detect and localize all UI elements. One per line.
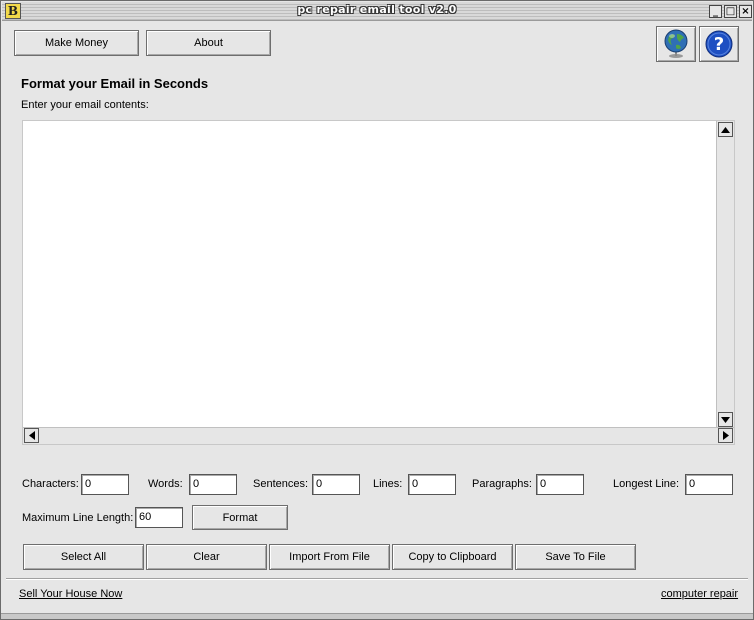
title-bar[interactable]: B pc repair email tool v2.0 _ □ × [2, 2, 752, 21]
close-button[interactable]: × [739, 5, 752, 18]
longest-line-label: Longest Line: [613, 478, 680, 490]
app-window: B pc repair email tool v2.0 _ □ × Make M… [0, 0, 754, 620]
characters-label: Characters: [22, 478, 79, 490]
scroll-left-arrow[interactable] [24, 428, 39, 443]
minimize-button[interactable]: _ [709, 5, 722, 18]
words-label: Words: [148, 478, 183, 490]
page-heading: Format your Email in Seconds [21, 76, 209, 91]
paragraphs-field[interactable]: 0 [536, 474, 584, 495]
horizontal-scrollbar[interactable] [23, 427, 734, 444]
help-button[interactable]: ? [699, 26, 739, 62]
svg-text:?: ? [714, 34, 724, 55]
scroll-right-arrow[interactable] [718, 428, 733, 443]
select-all-button[interactable]: Select All [23, 544, 144, 570]
copy-to-clipboard-button[interactable]: Copy to Clipboard [392, 544, 513, 570]
email-contents-label: Enter your email contents: [21, 99, 149, 111]
format-button[interactable]: Format [192, 505, 288, 530]
sell-your-house-link[interactable]: Sell Your House Now [19, 588, 122, 600]
scroll-down-arrow[interactable] [718, 412, 733, 427]
arrow-right-icon [722, 431, 729, 440]
words-field[interactable]: 0 [189, 474, 237, 495]
sentences-field[interactable]: 0 [312, 474, 360, 495]
sentences-label: Sentences: [253, 478, 309, 490]
characters-field[interactable]: 0 [81, 474, 129, 495]
vertical-scrollbar[interactable] [716, 121, 734, 428]
globe-button[interactable] [656, 26, 696, 62]
import-from-file-button[interactable]: Import From File [269, 544, 390, 570]
about-button[interactable]: About [146, 30, 271, 56]
lines-field[interactable]: 0 [408, 474, 456, 495]
scroll-up-arrow[interactable] [718, 122, 733, 137]
email-contents-textarea[interactable] [22, 120, 735, 445]
maximize-button[interactable]: □ [724, 5, 737, 18]
computer-repair-link[interactable]: computer repair [661, 588, 738, 600]
lines-label: Lines: [373, 478, 403, 490]
arrow-up-icon [721, 126, 730, 133]
max-line-length-field[interactable]: 60 [135, 507, 183, 528]
footer-divider [6, 578, 748, 580]
help-icon: ? [705, 30, 733, 58]
arrow-left-icon [28, 431, 35, 440]
window-bottom-border [1, 613, 753, 619]
arrow-down-icon [721, 416, 730, 423]
paragraphs-label: Paragraphs: [472, 478, 532, 490]
save-to-file-button[interactable]: Save To File [515, 544, 636, 570]
make-money-button[interactable]: Make Money [14, 30, 139, 56]
clear-button[interactable]: Clear [146, 544, 267, 570]
max-line-length-label: Maximum Line Length: [22, 512, 134, 524]
globe-icon [664, 29, 688, 58]
window-title: pc repair email tool v2.0 [297, 3, 457, 16]
longest-line-field[interactable]: 0 [685, 474, 733, 495]
